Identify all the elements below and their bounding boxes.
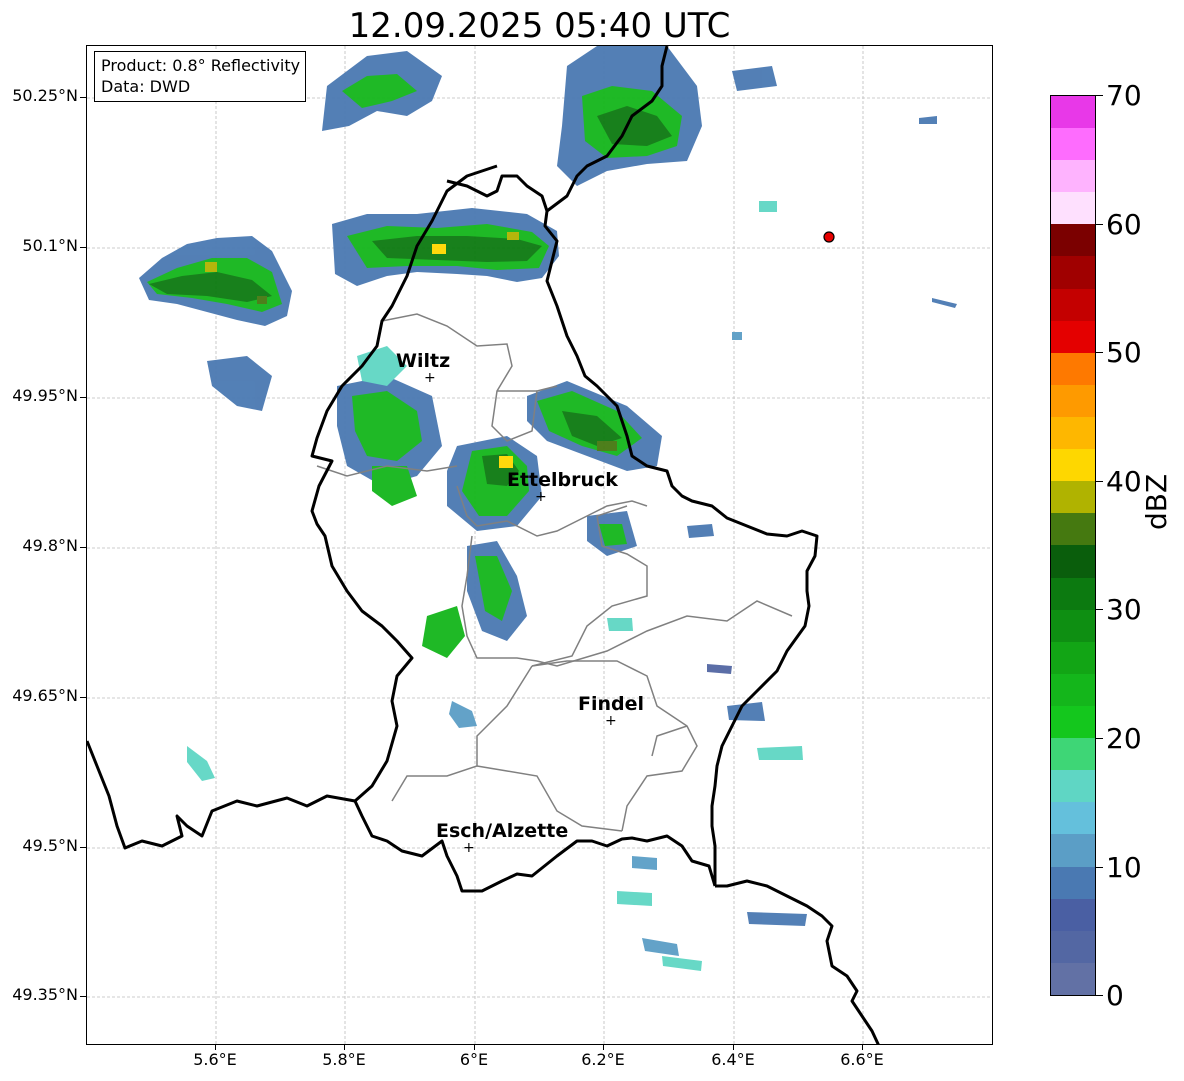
city-label-wiltz: Wiltz	[396, 350, 451, 372]
lon-tick	[603, 1045, 604, 1050]
colorbar-tick	[1096, 609, 1103, 610]
product-label: Product: 0.8° Reflectivity	[101, 56, 301, 75]
colorbar-segment	[1051, 802, 1095, 835]
data-source-label: Data: DWD	[101, 77, 191, 96]
colorbar-tick	[1096, 481, 1103, 482]
city-label-findel: Findel	[578, 693, 645, 715]
lon-tick-label: 6.6°E	[840, 1050, 884, 1069]
map-title: 12.09.2025 05:40 UTC	[348, 6, 731, 46]
colorbar-tick	[1096, 224, 1103, 225]
colorbar-tick	[1096, 867, 1103, 868]
colorbar-segment	[1051, 673, 1095, 707]
colorbar-segment	[1051, 641, 1095, 674]
lon-tick-label: 6.4°E	[711, 1050, 755, 1069]
radar-map[interactable]	[86, 45, 993, 1045]
lat-tick-label: 49.8°N	[22, 536, 78, 555]
city-label-esch-alzette: Esch/Alzette	[436, 820, 569, 842]
colorbar-segment	[1051, 256, 1095, 289]
colorbar-tick	[1096, 738, 1103, 739]
colorbar-tick-label: 70	[1106, 79, 1142, 112]
colorbar-segment	[1051, 962, 1095, 995]
colorbar-tick-label: 60	[1106, 208, 1142, 241]
colorbar-segment	[1051, 384, 1095, 418]
colorbar-segment	[1051, 160, 1095, 193]
colorbar-tick	[1096, 995, 1103, 996]
colorbar-segment	[1051, 513, 1095, 546]
colorbar-segment	[1051, 95, 1095, 129]
colorbar-segment	[1051, 352, 1095, 385]
colorbar-segment	[1051, 224, 1095, 257]
colorbar-unit-label: dBZ	[1140, 473, 1173, 530]
lat-tick-label: 49.95°N	[12, 386, 78, 405]
lon-tick	[862, 1045, 863, 1050]
colorbar-segment	[1051, 898, 1095, 931]
lat-tick-label: 49.5°N	[22, 836, 78, 855]
lon-tick	[474, 1045, 475, 1050]
lat-tick	[80, 397, 86, 398]
colorbar	[1050, 95, 1096, 996]
radar-site-marker	[823, 231, 835, 243]
colorbar-segment	[1051, 320, 1095, 353]
lat-tick-label: 50.1°N	[22, 236, 78, 255]
colorbar-tick-label: 50	[1106, 336, 1142, 369]
colorbar-segment	[1051, 128, 1095, 161]
lat-tick	[80, 547, 86, 548]
colorbar-tick-label: 10	[1106, 851, 1142, 884]
city-marker-wiltz: +	[424, 370, 436, 386]
colorbar-segment	[1051, 706, 1095, 739]
colorbar-segment	[1051, 192, 1095, 225]
city-marker-findel: +	[605, 713, 617, 729]
colorbar-segment	[1051, 930, 1095, 963]
colorbar-segment	[1051, 481, 1095, 514]
city-label-ettelbruck: Ettelbruck	[507, 469, 618, 491]
lat-tick-label: 49.35°N	[12, 985, 78, 1004]
colorbar-segment	[1051, 609, 1095, 642]
city-marker-ettelbruck: +	[535, 489, 547, 505]
colorbar-segment	[1051, 738, 1095, 771]
lon-tick	[344, 1045, 345, 1050]
colorbar-segment	[1051, 577, 1095, 610]
lat-tick	[80, 996, 86, 997]
product-info-box: Product: 0.8° Reflectivity Data: DWD	[94, 51, 307, 102]
lat-tick	[80, 847, 86, 848]
colorbar-tick	[1096, 95, 1103, 96]
lat-tick	[80, 247, 86, 248]
colorbar-tick	[1096, 352, 1103, 353]
lon-tick	[215, 1045, 216, 1050]
colorbar-segment	[1051, 449, 1095, 482]
map-svg	[87, 46, 992, 1044]
colorbar-tick-label: 40	[1106, 465, 1142, 498]
colorbar-segment	[1051, 417, 1095, 450]
colorbar-tick-label: 30	[1106, 593, 1142, 626]
lon-tick-label: 6°E	[459, 1050, 489, 1069]
colorbar-segment	[1051, 545, 1095, 578]
colorbar-tick-label: 0	[1106, 979, 1124, 1012]
lon-tick-label: 5.8°E	[322, 1050, 366, 1069]
colorbar-segment	[1051, 866, 1095, 899]
lat-tick	[80, 697, 86, 698]
lon-tick	[733, 1045, 734, 1050]
colorbar-segment	[1051, 770, 1095, 803]
colorbar-tick-label: 20	[1106, 722, 1142, 755]
lat-tick-label: 49.65°N	[12, 686, 78, 705]
colorbar-segment	[1051, 834, 1095, 867]
lon-tick-label: 6.2°E	[581, 1050, 625, 1069]
colorbar-segment	[1051, 288, 1095, 321]
city-marker-esch-alzette: +	[463, 840, 475, 856]
lat-tick	[80, 97, 86, 98]
lat-tick-label: 50.25°N	[12, 86, 78, 105]
lon-tick-label: 5.6°E	[193, 1050, 237, 1069]
